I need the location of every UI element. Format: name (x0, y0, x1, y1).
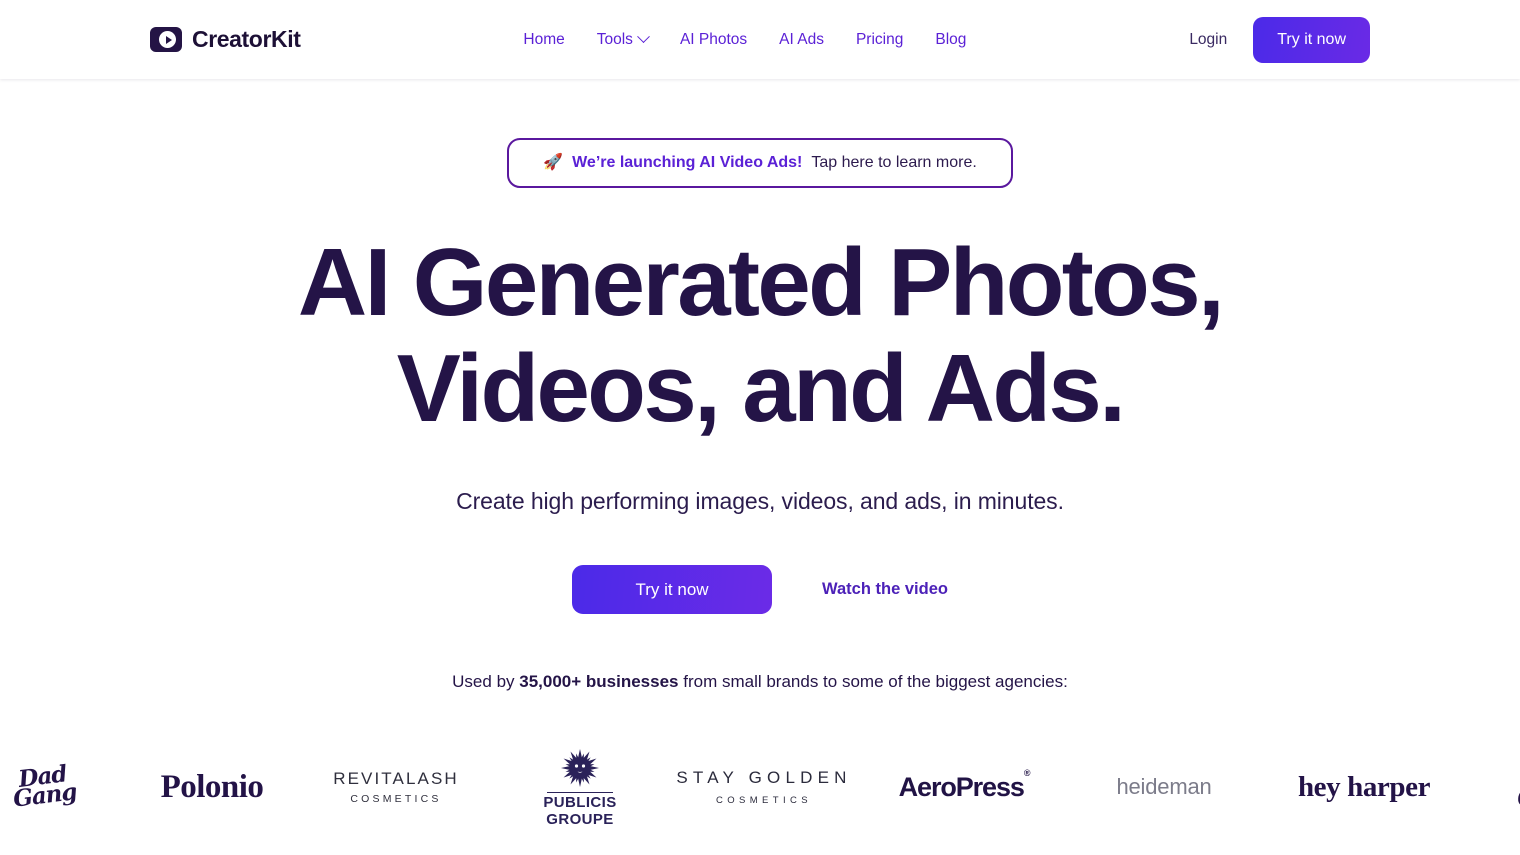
logo-polonio-text: Polonio (160, 768, 264, 805)
header-try-it-now-button[interactable]: Try it now (1253, 16, 1370, 63)
logo-aeropress-registered-icon: ® (1023, 767, 1031, 778)
logo-hey-harper: hey harper (1264, 742, 1464, 832)
logo-revitalash-sub: COSMETICS (350, 793, 442, 806)
logo-heideman-text: heideman (1116, 774, 1212, 800)
chevron-down-icon (637, 30, 650, 44)
page-title: AI Generated Photos, Videos, and Ads. (0, 230, 1520, 441)
watch-the-video-link[interactable]: Watch the video (822, 580, 948, 599)
logo-publicis-groupe: PUBLICIS GROUPE (496, 742, 664, 832)
social-proof-count: 35,000+ businesses (519, 672, 679, 692)
main-navigation: Home Tools AI Photos AI Ads Pricing Blog (521, 27, 968, 53)
brand-name: CreatorKit (192, 26, 301, 52)
publicis-divider (547, 791, 613, 793)
logo-polonio: Polonio (128, 742, 296, 832)
nav-item-label: AI Ads (779, 30, 824, 48)
nav-item-label: AI Photos (679, 30, 748, 48)
nav-item-blog[interactable]: Blog (933, 27, 968, 53)
logo-revitalash-name: REVITALASH (333, 769, 459, 789)
nav-item-label: Blog (935, 30, 967, 48)
header-actions: Login Try it now (1189, 16, 1370, 63)
social-proof-prefix: Used by (452, 672, 520, 692)
announcement-banner[interactable]: 🚀 We’re launching AI Video Ads! Tap here… (507, 138, 1013, 188)
nav-item-ai-photos[interactable]: AI Photos (678, 27, 749, 53)
nav-item-home[interactable]: Home (521, 27, 566, 53)
nav-item-label: Tools (596, 30, 633, 48)
headline-line-2: Videos, and Ads. (396, 334, 1126, 442)
headline-line-1: AI Generated Photos, (297, 229, 1225, 336)
logo-stay-golden-sub: COSMETICS (715, 795, 813, 807)
nav-item-ai-ads[interactable]: AI Ads (777, 27, 826, 53)
customer-logo-marquee: Dad Gang Polonio REVITALASH COSMETICS PU… (0, 737, 1520, 837)
hero-try-it-now-button[interactable]: Try it now (572, 565, 773, 615)
logo-hey-harper-text: hey harper (1297, 770, 1431, 803)
logo-publicis-line2: GROUPE (546, 810, 614, 828)
hero-cta-row: Try it now Watch the video (0, 565, 1520, 615)
logo-revitalash: REVITALASH COSMETICS (296, 742, 496, 832)
login-link[interactable]: Login (1189, 31, 1227, 49)
site-header: CreatorKit Home Tools AI Photos AI Ads P… (0, 0, 1520, 79)
logo-dad-gang-repeat: Dad Gang (1464, 742, 1520, 832)
logo-stay-golden: STAY GOLDEN COSMETICS (664, 742, 864, 832)
nav-item-pricing[interactable]: Pricing (854, 27, 905, 53)
play-badge-icon (150, 27, 182, 52)
logo-stay-golden-name: STAY GOLDEN (676, 768, 852, 788)
logo-dad-gang-repeat-line2: Gang (1515, 778, 1520, 813)
logo-publicis-line1: PUBLICIS (543, 793, 617, 811)
logo-dad-gang-line2: Gang (11, 778, 79, 813)
announcement-subtext: Tap here to learn more. (811, 154, 977, 171)
play-triangle-icon (159, 31, 176, 48)
hero-subheading: Create high performing images, videos, a… (456, 488, 1064, 515)
brand-logo[interactable]: CreatorKit (150, 26, 301, 53)
rocket-icon: 🚀 (543, 154, 564, 171)
logo-track: Dad Gang Polonio REVITALASH COSMETICS PU… (0, 742, 1520, 832)
logo-heideman: heideman (1064, 742, 1264, 832)
social-proof-suffix: from small brands to some of the biggest… (678, 672, 1068, 692)
nav-item-label: Home (523, 30, 565, 48)
logo-aeropress-text: AeroPress (898, 771, 1025, 802)
announcement-headline: We’re launching AI Video Ads! (572, 154, 803, 171)
nav-item-label: Pricing (855, 30, 904, 48)
logo-dad-gang: Dad Gang (0, 742, 128, 832)
nav-item-tools[interactable]: Tools (595, 27, 650, 53)
publicis-sun-lion-icon (561, 748, 599, 787)
logo-aeropress: AeroPress® (864, 742, 1064, 832)
social-proof-text: Used by 35,000+ businesses from small br… (0, 672, 1520, 692)
hero-section: 🚀 We’re launching AI Video Ads! Tap here… (0, 79, 1520, 838)
